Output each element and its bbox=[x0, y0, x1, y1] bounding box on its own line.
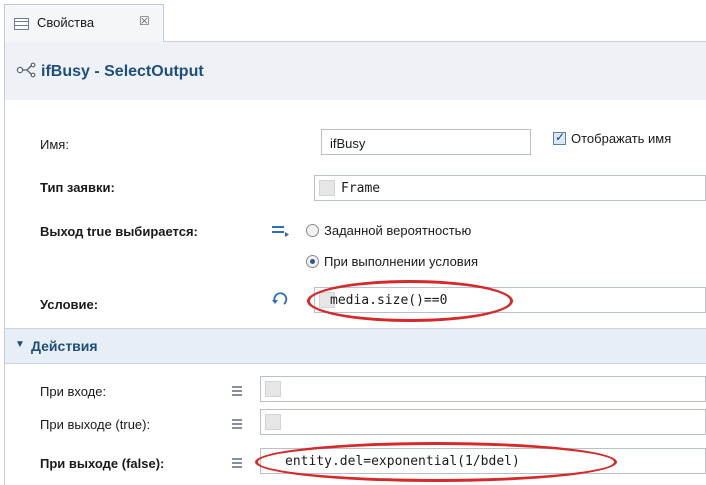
tab-properties[interactable]: Свойства ☒ bbox=[4, 4, 164, 42]
code-editor-icon[interactable] bbox=[232, 419, 242, 430]
on-exit-true-swatch bbox=[265, 414, 281, 430]
code-editor-icon[interactable] bbox=[232, 386, 242, 397]
on-exit-true-field[interactable] bbox=[260, 409, 706, 435]
tab-bar: Свойства ☒ bbox=[0, 0, 706, 42]
on-exit-true-label: При выходе (true): bbox=[40, 417, 151, 432]
request-type-field[interactable]: Frame bbox=[314, 175, 706, 201]
show-name-checkbox[interactable] bbox=[553, 130, 566, 145]
radio-condition-label: При выполнении условия bbox=[324, 254, 479, 269]
exit-false-highlight-ellipse bbox=[255, 442, 617, 482]
actions-section-header[interactable]: ▼ Действия bbox=[4, 328, 706, 364]
page-title: ifBusy - SelectOutput bbox=[41, 63, 204, 80]
radio-probability[interactable] bbox=[306, 224, 319, 237]
on-enter-field[interactable] bbox=[260, 376, 706, 402]
condition-highlight-ellipse bbox=[307, 280, 513, 322]
condition-label: Условие: bbox=[40, 297, 99, 312]
request-type-value: Frame bbox=[341, 181, 381, 196]
tab-label: Свойства bbox=[37, 15, 95, 30]
on-enter-swatch bbox=[265, 381, 281, 397]
radio-condition[interactable] bbox=[306, 255, 319, 268]
show-name-label: Отображать имя bbox=[571, 131, 672, 146]
on-exit-false-label: При выходе (false): bbox=[40, 456, 165, 471]
request-type-swatch bbox=[319, 180, 335, 196]
select-output-icon bbox=[16, 62, 36, 78]
close-icon[interactable]: ☒ bbox=[139, 14, 150, 28]
name-field[interactable]: ifBusy bbox=[321, 129, 531, 155]
dynamic-value-icon[interactable] bbox=[270, 290, 290, 308]
actions-section-title: Действия bbox=[31, 338, 98, 354]
properties-header: ifBusy - SelectOutput bbox=[4, 42, 706, 100]
code-editor-icon[interactable] bbox=[232, 458, 242, 469]
request-type-label: Тип заявки: bbox=[40, 180, 115, 195]
name-label: Имя: bbox=[40, 137, 69, 152]
static-value-icon[interactable] bbox=[270, 224, 290, 238]
on-enter-label: При входе: bbox=[40, 384, 107, 399]
properties-icon bbox=[14, 18, 29, 30]
name-value: ifBusy bbox=[330, 136, 366, 151]
radio-probability-label: Заданной вероятностью bbox=[324, 223, 472, 238]
collapse-arrow-icon[interactable]: ▼ bbox=[15, 339, 25, 350]
true-output-label: Выход true выбирается: bbox=[40, 224, 198, 239]
